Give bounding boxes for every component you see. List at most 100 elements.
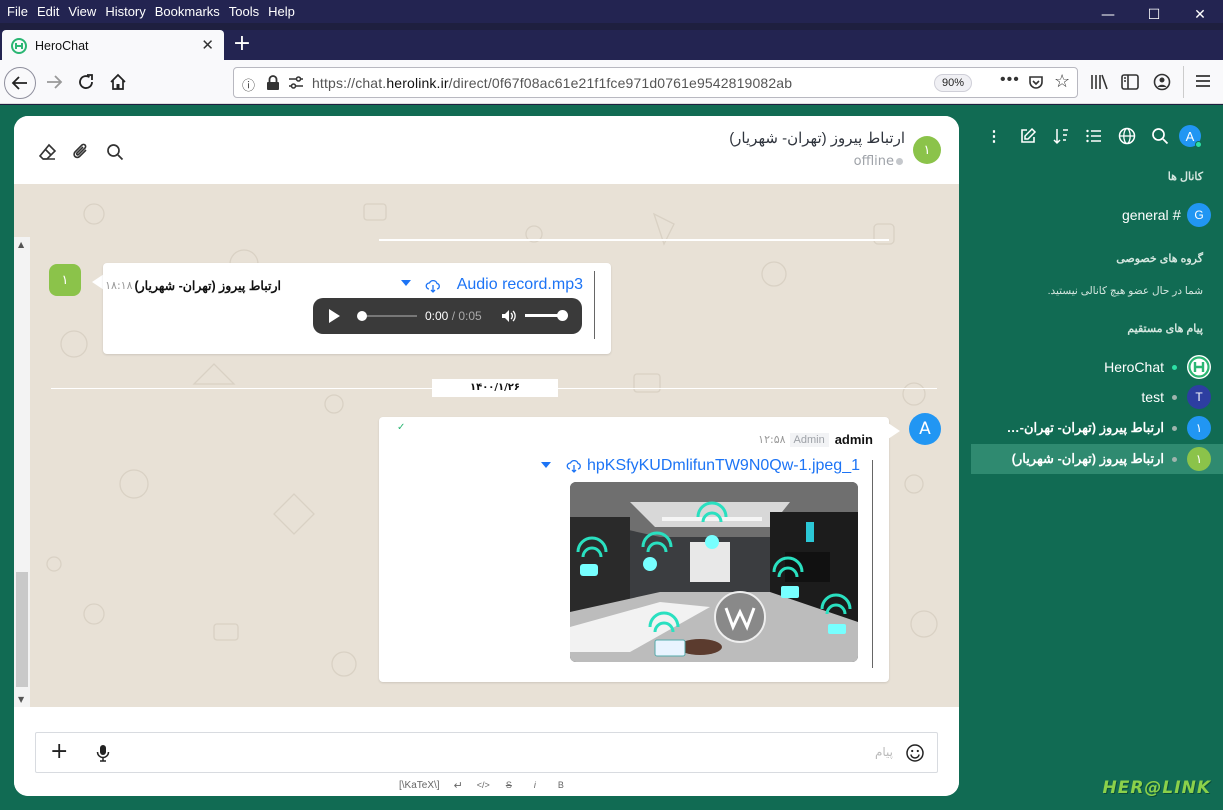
image-message: ✓ admin Admin ۱۲:۵۸ hpKSfyKUDmlifunTW9N0…	[379, 417, 889, 682]
microphone-icon[interactable]	[96, 744, 110, 762]
contact-status: offline	[854, 154, 903, 169]
menu-view[interactable]: View	[68, 4, 96, 19]
herochat-logo-icon	[1188, 356, 1210, 378]
format-bold[interactable]: B	[558, 780, 564, 790]
sort-icon[interactable]	[1052, 127, 1070, 145]
dm-avatar: ۱	[1187, 447, 1211, 471]
reload-button[interactable]	[70, 66, 102, 98]
tab-title: HeroChat	[35, 39, 89, 53]
cloud-download-icon[interactable]	[425, 279, 441, 293]
search-icon[interactable]	[105, 142, 125, 162]
image-file-link[interactable]: hpKSfyKUDmlifunTW9N0Qw-1.jpeg_1	[587, 457, 860, 475]
hamburger-menu-icon[interactable]	[1195, 74, 1211, 88]
message-input-box[interactable]: + پیام	[35, 732, 938, 773]
sender-avatar[interactable]: A	[909, 413, 941, 445]
herochat-avatar	[1187, 355, 1211, 379]
contact-avatar[interactable]: ۱	[913, 136, 941, 164]
message-time: ۱۲:۵۸	[758, 433, 786, 446]
composer: + پیام B i S </> ↵ [\KaTeX\]	[14, 707, 959, 796]
scrollbar[interactable]: ▲ ▼	[14, 237, 30, 707]
list-icon[interactable]	[1085, 127, 1103, 145]
audio-player[interactable]: 0:00 / 0:05	[313, 298, 582, 334]
maximize-button[interactable]: ☐	[1131, 0, 1177, 30]
window-controls: — ☐ ✕	[1085, 0, 1223, 30]
contact-name[interactable]: ارتباط پیروز (تهران- شهریار)	[729, 129, 905, 147]
tab-strip: HeroChat ✕ +	[0, 30, 1223, 62]
sidebar-item-herochat[interactable]: HeroChat	[971, 352, 1223, 382]
format-italic[interactable]: i	[534, 780, 536, 790]
bookmark-star-icon[interactable]: ☆	[1054, 71, 1070, 92]
menu-edit[interactable]: Edit	[37, 4, 59, 19]
menu-bookmarks[interactable]: Bookmarks	[155, 4, 220, 19]
format-code[interactable]: </>	[477, 780, 490, 790]
more-actions-icon[interactable]: •••	[1000, 71, 1020, 89]
sidebar-item-general[interactable]: general # G	[971, 200, 1223, 230]
offline-status-dot	[1172, 394, 1177, 400]
message-time: ۱۸:۱۸	[105, 279, 133, 292]
info-icon[interactable]: ⓘ	[242, 75, 255, 94]
play-icon[interactable]	[329, 309, 340, 323]
message-input-placeholder[interactable]: پیام	[875, 745, 893, 759]
bubble-tail	[888, 423, 900, 439]
volume-icon[interactable]	[501, 309, 517, 323]
library-icon[interactable]	[1090, 74, 1108, 90]
sidebar-toggle-icon[interactable]	[1121, 74, 1139, 90]
menu-file[interactable]: File	[7, 4, 28, 19]
menu-bar: File Edit View History Bookmarks Tools H…	[0, 0, 1223, 23]
volume-handle[interactable]	[557, 310, 568, 321]
search-icon[interactable]	[1151, 127, 1169, 145]
scroll-down-icon[interactable]: ▼	[18, 695, 24, 704]
audio-message: ارتباط پیروز (تهران- شهریار) ۱۸:۱۸ Audio…	[103, 263, 611, 354]
message-author[interactable]: admin	[835, 432, 873, 447]
channel-avatar: G	[1187, 203, 1211, 227]
menu-tools[interactable]: Tools	[229, 4, 259, 19]
attachment-icon[interactable]	[71, 142, 91, 162]
eraser-icon[interactable]	[38, 142, 58, 162]
lock-icon[interactable]	[266, 75, 280, 91]
format-strike[interactable]: S	[506, 780, 512, 790]
arrow-left-icon	[11, 76, 27, 90]
create-new-icon[interactable]	[1019, 127, 1037, 145]
menu-help[interactable]: Help	[268, 4, 295, 19]
home-icon	[110, 73, 126, 90]
add-plus-icon[interactable]: +	[50, 739, 68, 764]
scrollbar-thumb[interactable]	[16, 572, 28, 687]
sidebar-item-peyrouz-shahriar[interactable]: ارتباط پیروز (تهران- شهریار) ۱	[971, 444, 1223, 474]
minimize-button[interactable]: —	[1085, 0, 1131, 30]
chevron-down-icon[interactable]	[401, 280, 411, 286]
pocket-icon[interactable]	[1028, 75, 1044, 91]
emoji-icon[interactable]	[906, 744, 924, 762]
menu-history[interactable]: History	[105, 4, 145, 19]
close-tab-icon[interactable]: ✕	[201, 36, 214, 54]
close-window-button[interactable]: ✕	[1177, 0, 1223, 30]
format-multiline[interactable]: ↵	[454, 779, 463, 792]
attachment-border	[872, 460, 873, 668]
cloud-download-icon[interactable]	[566, 459, 582, 473]
url-bar[interactable]: ⓘ https://chat.herolink.ir/direct/0f67f0…	[233, 67, 1078, 98]
forward-button[interactable]	[38, 66, 70, 98]
sender-avatar[interactable]: ۱	[49, 264, 81, 296]
account-icon[interactable]	[1153, 73, 1171, 91]
chevron-down-icon[interactable]	[541, 462, 551, 468]
sidebar-item-peyrouz-tehran[interactable]: ارتباط پیروز (تهران- تهران- شهر... ۱	[971, 413, 1223, 443]
kebab-menu-icon[interactable]: ⋮	[985, 127, 1003, 145]
directory-globe-icon[interactable]	[1118, 127, 1136, 145]
dm-name: HeroChat	[1104, 359, 1164, 375]
reload-icon	[79, 74, 93, 89]
sidebar-item-test[interactable]: test T	[971, 382, 1223, 412]
audio-progress-handle[interactable]	[357, 311, 367, 321]
permissions-icon[interactable]	[288, 76, 304, 90]
format-katex[interactable]: [\KaTeX\]	[399, 780, 440, 791]
zoom-level[interactable]: 90%	[934, 74, 973, 92]
channel-name: general	[1121, 207, 1169, 223]
tab-herochat[interactable]: HeroChat ✕	[2, 30, 224, 62]
new-tab-button[interactable]: +	[232, 32, 252, 56]
message-author[interactable]: ارتباط پیروز (تهران- شهریار)	[134, 278, 281, 293]
message-list[interactable]: ▲ ▼ ۱ ارتباط پیروز (تهران- شهریار) ۱۸:۱۸…	[14, 184, 959, 707]
audio-file-link[interactable]: Audio record.mp3	[457, 276, 583, 294]
scroll-up-icon[interactable]: ▲	[18, 240, 24, 249]
home-button[interactable]	[102, 66, 134, 98]
back-button[interactable]	[4, 67, 36, 99]
navigation-bar: ⓘ https://chat.herolink.ir/direct/0f67f0…	[0, 60, 1223, 104]
image-attachment-preview[interactable]	[570, 482, 858, 662]
